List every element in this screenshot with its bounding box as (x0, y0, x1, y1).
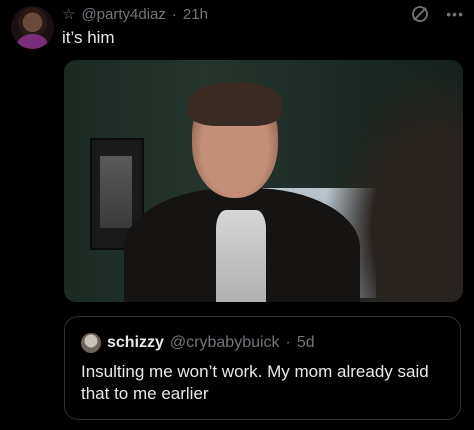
star-icon[interactable]: ☆ (62, 5, 75, 23)
author-handle[interactable]: @party4diaz (81, 6, 165, 23)
meta-separator: · (171, 5, 177, 23)
avatar-figure (17, 34, 48, 49)
quoted-meta-separator: · (285, 334, 291, 351)
person-shirt (216, 210, 266, 302)
quoted-avatar[interactable] (81, 333, 101, 353)
tweet-time[interactable]: 21h (183, 6, 208, 23)
more-icon[interactable]: ••• (446, 4, 464, 24)
quoted-tweet-header: schizzy @crybabybuick · 5d (81, 333, 315, 353)
quoted-author-name[interactable]: schizzy (107, 334, 164, 352)
person-hair (188, 82, 282, 126)
quoted-tweet[interactable]: schizzy @crybabybuick · 5d Insulting me … (64, 316, 461, 420)
quoted-tweet-time[interactable]: 5d (297, 334, 315, 352)
avatar[interactable] (11, 6, 54, 49)
quoted-tweet-text: Insulting me won’t work. My mom already … (81, 362, 429, 403)
grok-icon[interactable] (410, 4, 430, 24)
tweet-header: ☆ @party4diaz · 21h (62, 4, 208, 24)
quoted-author-handle[interactable]: @crybabybuick (170, 334, 280, 352)
tweet-image[interactable] (64, 60, 463, 302)
tweet-text: it’s him (62, 28, 115, 47)
tweet-actions: ••• (410, 4, 464, 24)
